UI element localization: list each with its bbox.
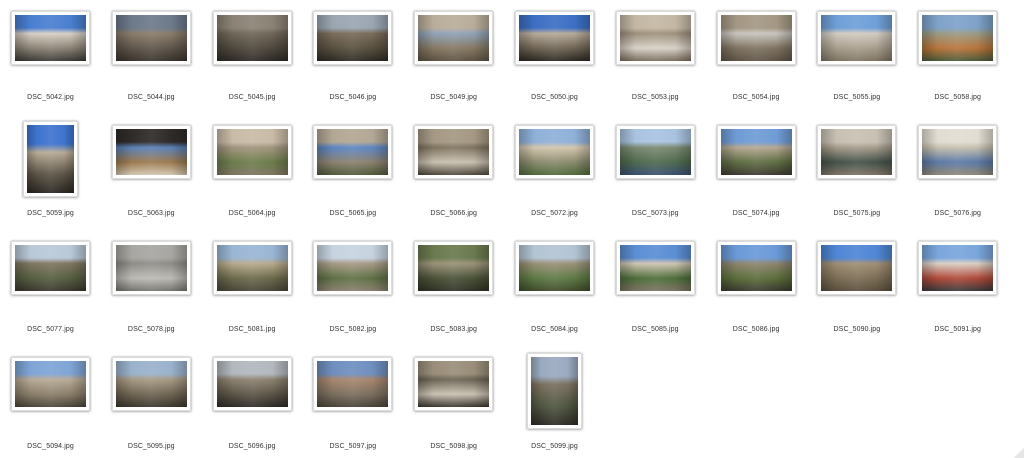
file-name: DSC_5095.jpg [127,443,175,450]
file-item[interactable]: DSC_5098.jpg [403,0,504,458]
file-thumbnail[interactable] [111,357,191,411]
file-grid: DSC_5042.jpg DSC_5044.jpg DSC_5045.jpg DSC_… [0,0,1024,458]
file-item[interactable]: DSC_5097.jpg [302,0,403,458]
file-name: DSC_5085.jpg [631,326,679,333]
file-item[interactable]: DSC_5094.jpg [0,0,101,458]
file-name: DSC_5098.jpg [430,443,478,450]
file-name: DSC_5086.jpg [732,326,780,333]
file-thumbnail[interactable] [11,357,90,411]
photo-preview [418,361,490,407]
file-item[interactable]: DSC_5099.jpg [504,0,605,458]
file-item[interactable]: DSC_5090.jpg [806,0,907,458]
file-thumbnail[interactable] [716,241,796,295]
file-item[interactable]: DSC_5096.jpg [202,0,303,458]
file-thumbnail[interactable] [817,241,897,295]
photo-preview [216,361,288,407]
photo-preview [317,361,389,407]
file-thumbnail[interactable] [527,353,582,429]
photo-preview [115,361,187,407]
file-item[interactable]: DSC_5085.jpg [605,0,706,458]
file-thumbnail[interactable] [918,241,998,295]
file-name: DSC_5096.jpg [228,443,276,450]
photo-preview [720,245,792,291]
photo-preview [922,245,994,291]
file-item[interactable]: DSC_5095.jpg [101,0,202,458]
file-name: DSC_5094.jpg [27,443,74,450]
file-item[interactable]: DSC_5086.jpg [706,0,807,458]
resize-handle[interactable] [1014,448,1024,458]
file-name: DSC_5099.jpg [531,443,578,450]
file-thumbnail[interactable] [414,357,494,411]
file-item[interactable]: DSC_5091.jpg [907,0,1008,458]
photo-preview [619,245,691,291]
file-name: DSC_5091.jpg [934,326,982,333]
file-thumbnail[interactable] [313,357,393,411]
photo-preview [15,361,86,407]
file-thumbnail[interactable] [212,357,292,411]
file-thumbnail[interactable] [615,241,695,295]
file-name: DSC_5090.jpg [833,326,881,333]
file-name: DSC_5097.jpg [329,443,377,450]
photo-preview [821,245,893,291]
photo-preview [531,357,578,425]
